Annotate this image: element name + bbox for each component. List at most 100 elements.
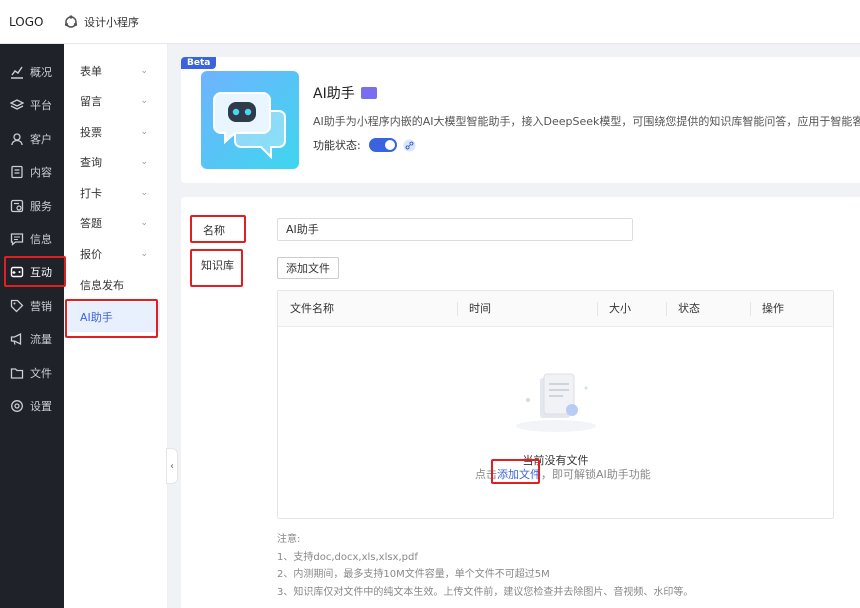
submenu-item-label: 报价 [80,248,102,261]
table-header: 文件名称 时间 大小 状态 操作 [278,291,833,327]
empty-hint-suffix: ，即可解锁AI助手功能 [541,468,651,481]
submenu-item-label: 打卡 [80,187,102,200]
chevron-down-icon: ⌄ [140,157,148,167]
sidebar-item-marketing[interactable]: 营销 [0,291,64,321]
status-row: 功能状态: [313,137,416,153]
submenu-item-label: 信息发布 [80,279,124,292]
document-icon [11,165,23,179]
chevron-down-icon: ⌄ [140,188,148,198]
sidebar-item-content[interactable]: 内容 [0,157,64,187]
user-icon [11,133,23,146]
col-file-name: 文件名称 [290,302,334,315]
sidebar-item-service[interactable]: 服务 [0,191,64,221]
sidebar-item-messages[interactable]: 信息 [0,224,64,254]
chevron-down-icon: ⌄ [140,127,148,137]
name-input[interactable]: AI助手 [277,218,633,241]
submenu-item-quote[interactable]: 报价 ⌄ [68,239,160,269]
ai-assistant-logo [201,71,299,169]
submenu-item-label: 查询 [80,156,102,169]
app-name: 设计小程序 [84,15,139,29]
sidebar-item-label: 互动 [30,266,52,279]
service-icon [10,199,24,213]
column-divider [457,302,458,316]
assistant-card: Beta AI助手 AI助手为小程序内嵌的AI大模型智能助手，接入DeepSee… [181,57,860,183]
folder-icon [10,368,24,379]
col-status: 状态 [678,302,700,315]
submenu-item-label: 投票 [80,126,102,139]
assistant-title: AI助手 [313,86,355,102]
sidebar-item-files[interactable]: 文件 [0,358,64,388]
sidebar-item-platform[interactable]: 平台 [0,90,64,120]
sidebar-item-overview[interactable]: 概况 [0,57,64,87]
add-file-button[interactable]: 添加文件 [277,257,339,279]
sidebar-item-label: 概况 [30,66,52,79]
files-table: 文件名称 时间 大小 状态 操作 当前没有文件 点击添加文件，即可解锁AI助手功… [277,290,834,519]
sidebar-item-label: 客户 [30,133,52,146]
empty-hint-prefix: 点击 [475,468,497,481]
submenu: 表单 ⌄ 留言 ⌄ 投票 ⌄ 查询 ⌄ 打卡 ⌄ 答题 ⌄ 报价 ⌄ 信息发布 AI助手 [64,44,168,608]
submenu-item-label: 答题 [80,217,102,230]
column-divider [750,302,751,316]
sidebar-item-label: 服务 [30,200,52,213]
submenu-item-comments[interactable]: 留言 ⌄ [68,86,160,116]
submenu-item-ai-assistant[interactable]: AI助手 [68,302,160,332]
app-icon [64,14,78,28]
col-actions: 操作 [762,302,784,315]
status-label: 功能状态: [313,139,361,152]
megaphone-icon [10,332,22,346]
empty-hint: 点击添加文件，即可解锁AI助手功能 [475,466,651,482]
sidebar-item-settings[interactable]: 设置 [0,391,64,421]
collapse-submenu-button[interactable]: ‹ [166,448,178,484]
sidebar-item-customers[interactable]: 客户 [0,124,64,154]
feature-toggle[interactable] [368,138,397,152]
top-bar: LOGO 设计小程序 [0,0,860,44]
knowledge-base-label: 知识库 [201,259,234,272]
submenu-item-query[interactable]: 查询 ⌄ [68,147,160,177]
submenu-item-quiz[interactable]: 答题 ⌄ [68,208,160,238]
chat-bot-icon [213,92,286,160]
layers-icon [10,99,24,110]
col-time: 时间 [469,302,491,315]
chevron-down-icon: ⌄ [140,249,148,259]
app-switcher[interactable]: 设计小程序 [64,14,139,30]
chevron-down-icon: ⌄ [140,96,148,106]
col-size: 大小 [609,302,631,315]
assistant-title-row: AI助手 [313,83,377,103]
message-icon [10,233,24,246]
sidebar-item-label: 文件 [30,367,52,380]
sidebar-item-label: 设置 [30,400,52,413]
logo[interactable]: LOGO [0,15,64,29]
submenu-item-vote[interactable]: 投票 ⌄ [68,117,160,147]
gamepad-icon [10,266,24,278]
submenu-item-label: AI助手 [80,311,113,324]
sidebar-item-label: 流量 [30,333,52,346]
sidebar-item-label: 营销 [30,300,52,313]
gear-icon [11,400,23,412]
note-line: 3、知识库仅对文件中的纯文本生效。上传文件前，建议您检查并去除图片、音视频、水印… [277,586,694,598]
sidebar-item-label: 平台 [30,99,52,112]
submenu-item-label: 表单 [80,65,102,78]
sidebar-item-label: 内容 [30,166,52,179]
column-divider [597,302,598,316]
name-label: 名称 [203,224,225,237]
ai-tag-icon [360,87,377,99]
chevron-down-icon: ⌄ [140,66,148,76]
note-line: 1、支持doc,docx,xls,xlsx,pdf [277,551,418,563]
submenu-item-form[interactable]: 表单 ⌄ [68,56,160,86]
notes-title: 注意: [277,534,301,545]
submenu-item-publish[interactable]: 信息发布 [68,270,160,300]
beta-badge: Beta [181,57,217,69]
sidebar-item-traffic[interactable]: 流量 [0,324,64,354]
submenu-item-checkin[interactable]: 打卡 ⌄ [68,178,160,208]
notes: 注意: 1、支持doc,docx,xls,xlsx,pdf 2、内测期间，最多支… [277,531,693,601]
sidebar-item-label: 信息 [30,233,52,246]
note-line: 2、内测期间，最多支持10M文件容量，单个文件不可超过5M [277,569,550,580]
column-divider [666,302,667,316]
sidebar-item-interaction[interactable]: 互动 [0,257,64,287]
empty-folder-icon [516,373,596,432]
assistant-description: AI助手为小程序内嵌的AI大模型智能助手，接入DeepSeek模型，可围绕您提供… [313,115,860,128]
chevron-down-icon: ⌄ [140,218,148,228]
link-icon[interactable] [403,139,416,152]
submenu-item-label: 留言 [80,95,102,108]
add-file-link[interactable]: 添加文件 [497,468,541,481]
